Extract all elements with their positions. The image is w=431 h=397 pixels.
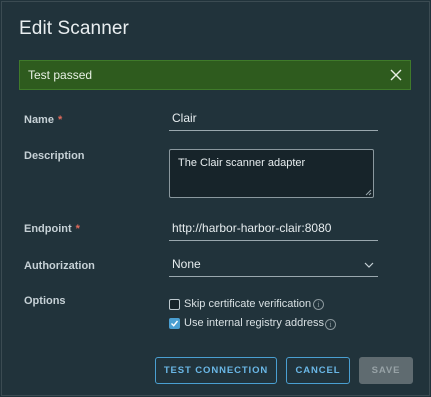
info-icon[interactable]: i — [313, 299, 324, 310]
alert-text: Test passed — [28, 68, 93, 82]
authorization-value: None — [172, 257, 201, 271]
info-icon[interactable]: i — [325, 319, 336, 330]
dialog-title: Edit Scanner — [19, 18, 129, 39]
description-text: The Clair scanner adapter — [178, 157, 306, 169]
edit-scanner-dialog: Edit Scanner Test passed Name * Clair Des… — [1, 1, 430, 396]
skip-cert-checkbox[interactable] — [169, 299, 180, 310]
internal-registry-label: Use internal registry address — [184, 317, 325, 329]
authorization-select[interactable]: None — [169, 255, 378, 277]
chevron-down-icon — [364, 262, 374, 268]
cancel-button[interactable]: CANCEL — [286, 357, 350, 384]
required-indicator: * — [75, 223, 80, 235]
name-input[interactable]: Clair — [169, 109, 378, 131]
authorization-label: Authorization — [24, 260, 95, 272]
description-label: Description — [24, 150, 85, 162]
resize-handle-icon[interactable] — [365, 189, 372, 196]
description-textarea[interactable]: The Clair scanner adapter — [169, 149, 374, 198]
skip-cert-label: Skip certificate verification — [184, 298, 312, 310]
test-connection-button[interactable]: TEST CONNECTION — [155, 357, 277, 384]
save-button[interactable]: SAVE — [359, 357, 413, 384]
options-label: Options — [24, 295, 66, 307]
internal-registry-option: Use internal registry address — [169, 317, 339, 332]
endpoint-input[interactable]: http://harbor-harbor-clair:8080 — [169, 219, 378, 241]
success-alert: Test passed — [19, 60, 411, 90]
required-indicator: * — [57, 114, 63, 126]
internal-registry-checkbox[interactable] — [169, 318, 180, 329]
close-icon[interactable] — [388, 67, 404, 83]
check-icon — [171, 320, 179, 327]
endpoint-label-text: Endpoint — [24, 223, 72, 235]
endpoint-label: Endpoint * — [24, 223, 80, 235]
name-label: Name * — [24, 114, 62, 126]
name-label-text: Name — [24, 114, 54, 126]
